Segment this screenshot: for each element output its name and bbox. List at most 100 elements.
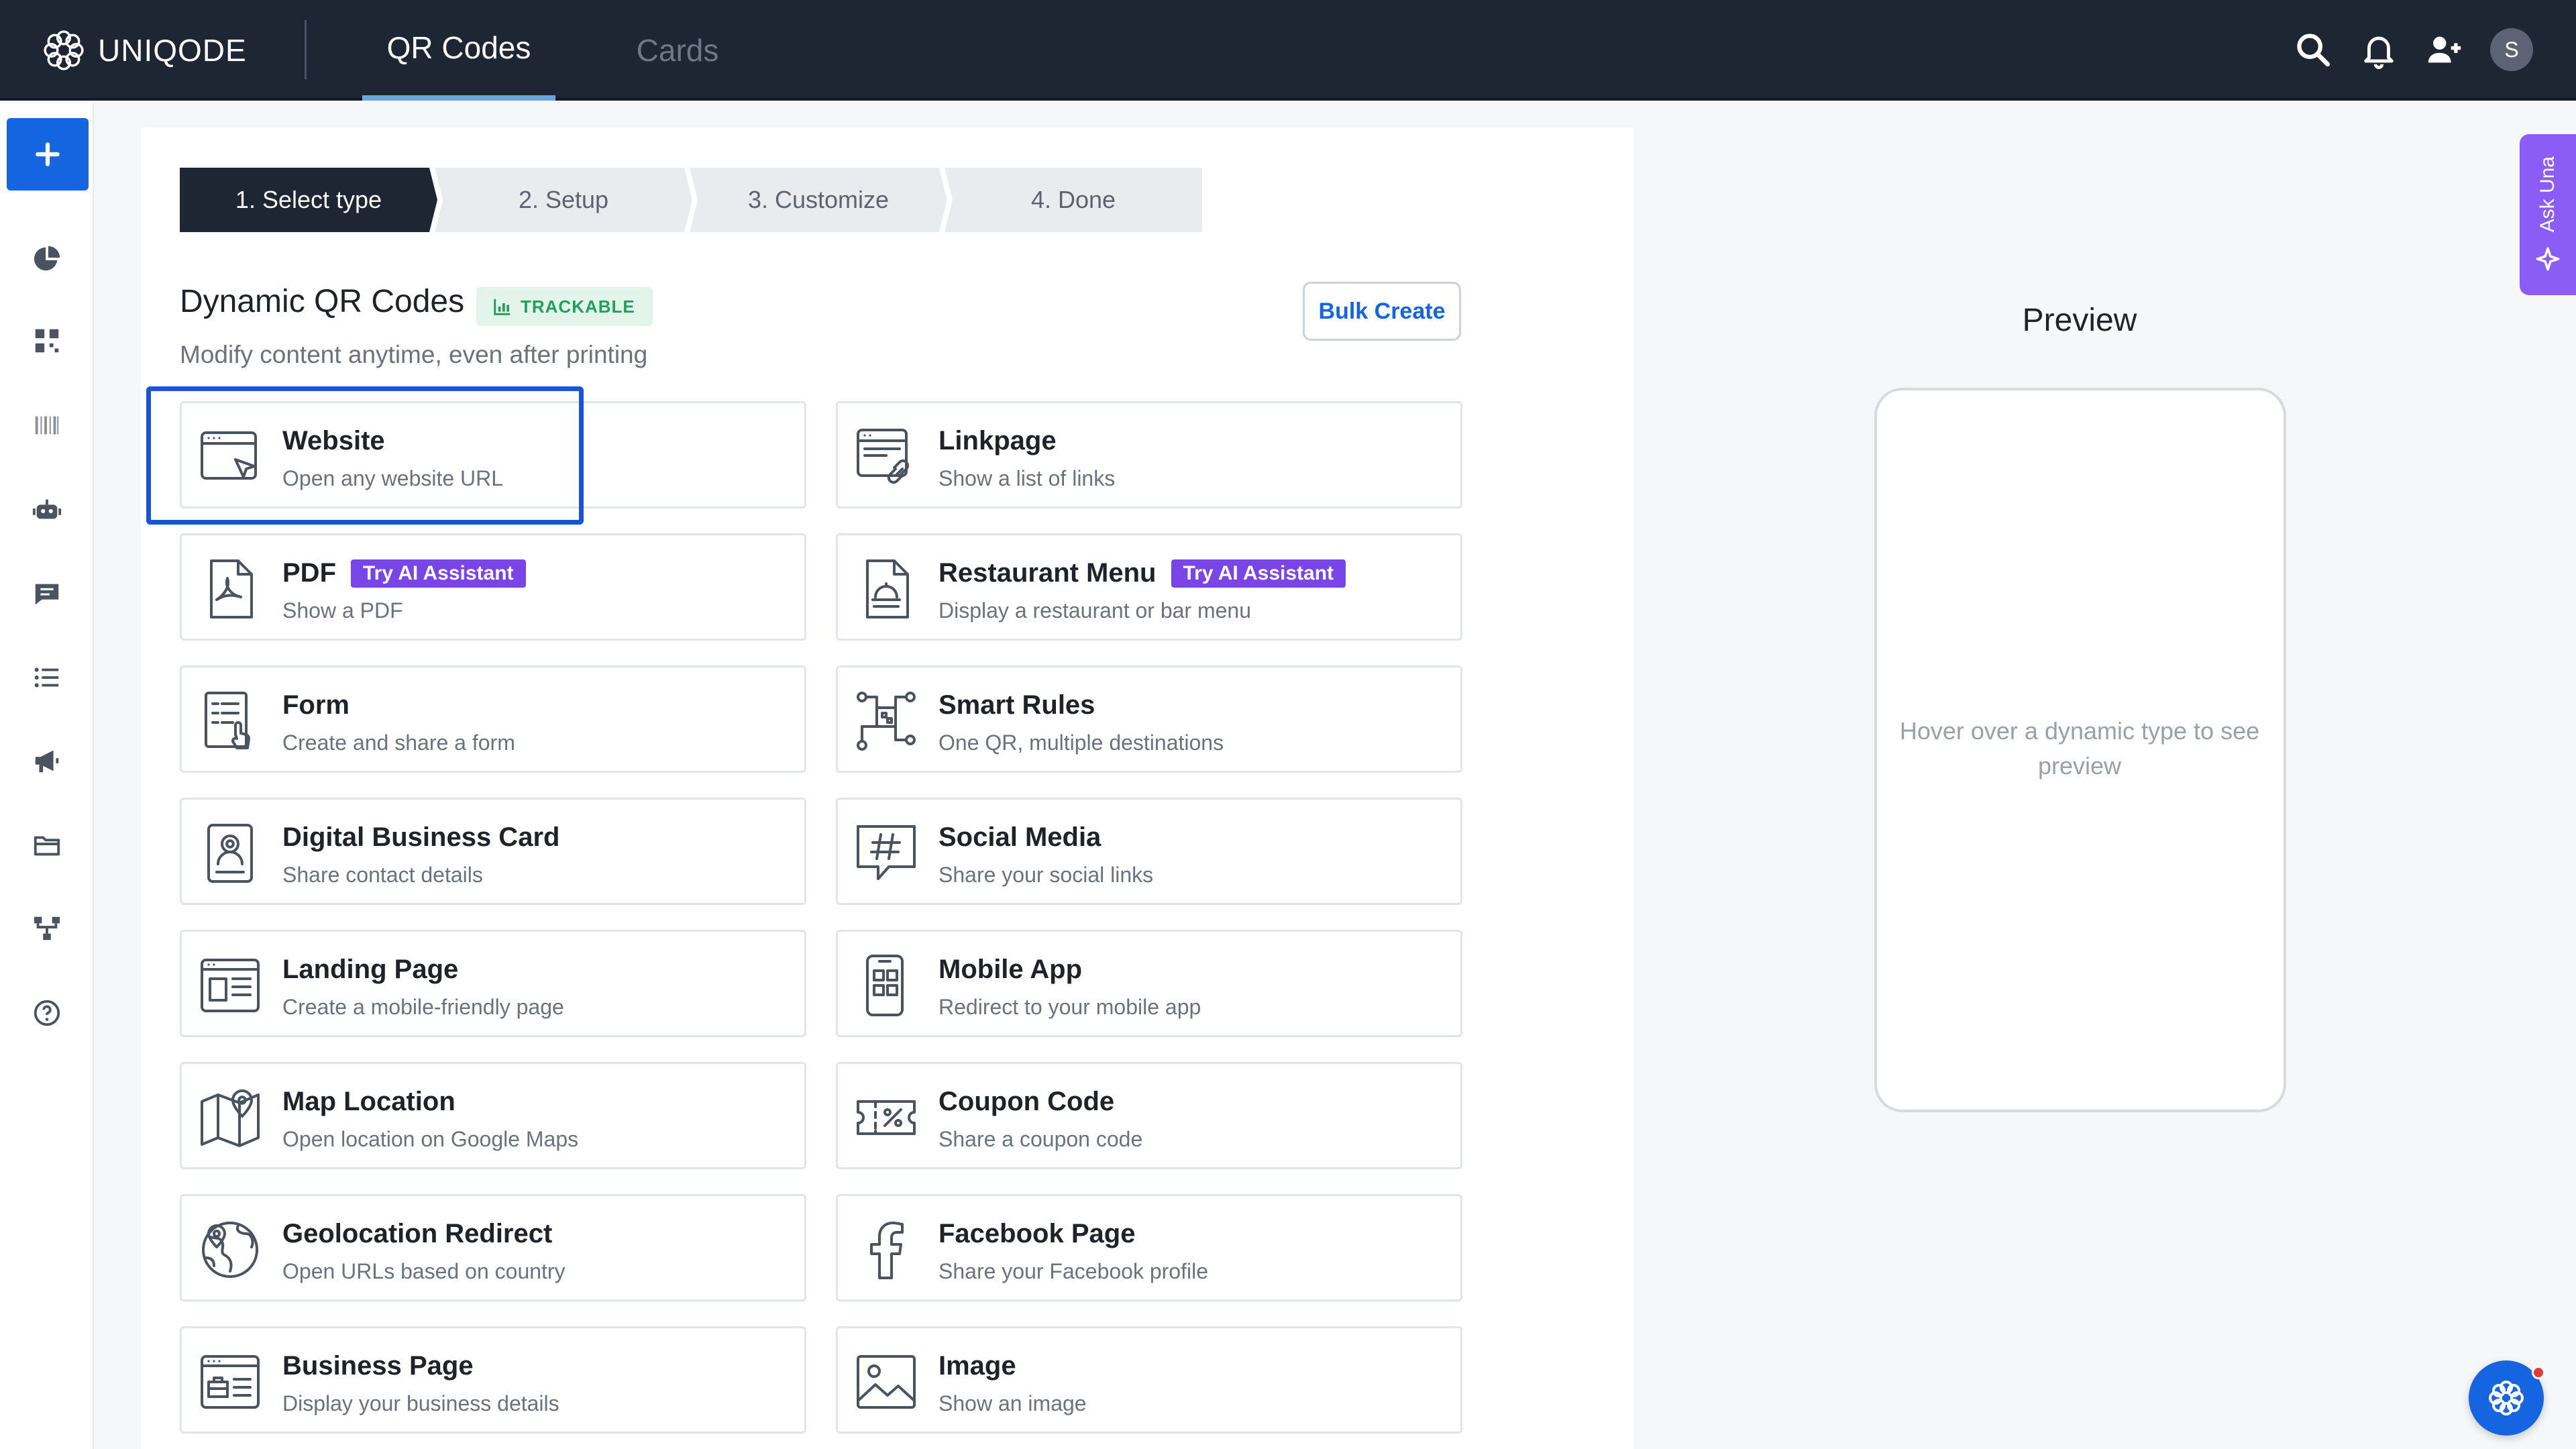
section-title: Dynamic QR Codes xyxy=(180,284,465,319)
user-avatar[interactable]: S xyxy=(2490,28,2533,71)
tab-cards[interactable]: Cards xyxy=(597,0,758,101)
create-button[interactable] xyxy=(7,118,89,191)
form-icon xyxy=(197,688,264,755)
bell-icon[interactable] xyxy=(2357,28,2400,71)
qr-type-description: Create and share a form xyxy=(282,731,515,755)
step-done[interactable]: 4. Done xyxy=(945,168,1202,232)
nav-divider xyxy=(305,20,307,79)
bulk-create-button[interactable]: Bulk Create xyxy=(1303,282,1461,341)
brand-logo[interactable]: UNIQODE xyxy=(42,27,247,74)
folder-icon[interactable] xyxy=(27,825,67,865)
landing-page-icon xyxy=(197,952,264,1019)
robot-icon[interactable] xyxy=(27,490,67,530)
qr-type-title: Geolocation Redirect xyxy=(282,1219,552,1249)
qr-type-title: PDF Try AI Assistant xyxy=(282,558,526,588)
qr-type-description: Share a coupon code xyxy=(938,1127,1143,1151)
plus-icon xyxy=(36,142,60,166)
qr-type-title-text: Map Location xyxy=(282,1087,455,1116)
qr-type-card-mobile-app[interactable]: Mobile App Redirect to your mobile app xyxy=(836,930,1462,1037)
qr-type-title: Mobile App xyxy=(938,955,1082,985)
search-icon[interactable] xyxy=(2292,28,2334,71)
qr-type-description: Display a restaurant or bar menu xyxy=(938,598,1251,623)
qr-type-card-digital-business-card[interactable]: Digital Business Card Share contact detai… xyxy=(180,798,806,905)
qr-type-card-linkpage[interactable]: Linkpage Show a list of links xyxy=(836,401,1462,508)
social-media-icon xyxy=(853,820,920,887)
qr-type-card-business-page[interactable]: Business Page Display your business detai… xyxy=(180,1326,806,1434)
qr-type-title-text: Smart Rules xyxy=(938,690,1095,720)
progress-stepper: 1. Select type 2. Setup 3. Customize 4. … xyxy=(180,168,1210,232)
pdf-icon xyxy=(197,555,264,623)
facebook-icon xyxy=(853,1216,920,1283)
qr-type-description: Share your social links xyxy=(938,863,1154,887)
geolocation-icon xyxy=(197,1216,264,1283)
preview-hint: Hover over a dynamic type to see preview xyxy=(1899,717,2260,780)
business-card-icon xyxy=(197,820,264,887)
qr-type-title: Smart Rules xyxy=(938,690,1095,720)
ask-una-button[interactable]: Ask Una xyxy=(2520,134,2576,295)
barcode-icon[interactable] xyxy=(27,405,67,445)
qr-type-title-text: Digital Business Card xyxy=(282,822,560,852)
qr-type-title: Business Page xyxy=(282,1351,474,1381)
image-icon xyxy=(853,1348,920,1415)
qr-type-title: Map Location xyxy=(282,1087,455,1117)
smart-rules-icon xyxy=(853,688,920,755)
qr-type-title-text: Landing Page xyxy=(282,955,459,984)
qr-type-card-pdf[interactable]: PDF Try AI Assistant Show a PDF xyxy=(180,533,806,641)
qr-type-description: Share your Facebook profile xyxy=(938,1259,1208,1283)
qr-type-card-geolocation-redirect[interactable]: Geolocation Redirect Open URLs based on c… xyxy=(180,1194,806,1301)
qr-grid-icon[interactable] xyxy=(27,321,67,361)
mobile-app-icon xyxy=(853,952,920,1019)
qr-type-title: Landing Page xyxy=(282,955,458,985)
analytics-pie-icon[interactable] xyxy=(27,239,67,279)
qr-type-description: Show an image xyxy=(938,1391,1087,1415)
preview-title: Preview xyxy=(2022,303,2137,338)
qr-type-card-smart-rules[interactable]: Smart Rules One QR, multiple destinations xyxy=(836,665,1462,773)
qr-type-title-text: Geolocation Redirect xyxy=(282,1219,553,1248)
qr-type-card-landing-page[interactable]: Landing Page Create a mobile-friendly pag… xyxy=(180,930,806,1037)
help-icon[interactable] xyxy=(27,993,67,1033)
list-icon[interactable] xyxy=(27,657,67,698)
coupon-icon xyxy=(853,1084,920,1151)
qr-type-card-coupon-code[interactable]: Coupon Code Share a coupon code xyxy=(836,1062,1462,1169)
restaurant-menu-icon xyxy=(853,555,920,623)
qr-type-description: Show a list of links xyxy=(938,466,1116,490)
linkpage-icon xyxy=(853,423,920,490)
qr-type-title-text: Social Media xyxy=(938,822,1102,852)
qr-type-title: Form xyxy=(282,690,350,720)
chat-icon[interactable] xyxy=(27,574,67,614)
chart-icon xyxy=(494,299,511,315)
ai-assistant-badge[interactable]: Try AI Assistant xyxy=(351,559,526,588)
qr-type-title-text: Business Page xyxy=(282,1351,474,1381)
qr-type-title: Digital Business Card xyxy=(282,822,559,853)
qr-type-title-text: Website xyxy=(282,426,385,455)
qr-type-card-restaurant-menu[interactable]: Restaurant Menu Try AI Assistant Display a… xyxy=(836,533,1462,641)
qr-type-description: Open location on Google Maps xyxy=(282,1127,579,1151)
ai-assistant-badge[interactable]: Try AI Assistant xyxy=(1171,559,1346,588)
business-page-icon xyxy=(197,1348,264,1415)
hierarchy-icon[interactable] xyxy=(27,908,67,949)
qr-type-card-facebook-page[interactable]: Facebook Page Share your Facebook profile xyxy=(836,1194,1462,1301)
website-icon xyxy=(197,423,264,490)
qr-type-description: Show a PDF xyxy=(282,598,403,623)
step-select-type[interactable]: 1. Select type xyxy=(180,168,437,232)
add-user-icon[interactable] xyxy=(2423,28,2466,71)
uniqode-logo-icon xyxy=(44,30,84,70)
megaphone-icon[interactable] xyxy=(27,741,67,781)
qr-type-card-map-location[interactable]: Map Location Open location on Google Maps xyxy=(180,1062,806,1169)
qr-type-card-social-media[interactable]: Social Media Share your social links xyxy=(836,798,1462,905)
qr-type-title-text: Restaurant Menu xyxy=(938,558,1157,588)
step-customize[interactable]: 3. Customize xyxy=(690,168,947,232)
step-setup[interactable]: 2. Setup xyxy=(435,168,692,232)
section-subtitle: Modify content anytime, even after print… xyxy=(180,341,648,368)
qr-type-card-website[interactable]: Website Open any website URL xyxy=(180,401,806,508)
map-location-icon xyxy=(197,1084,264,1151)
sparkle-icon xyxy=(2536,247,2560,271)
qr-type-description: Open URLs based on country xyxy=(282,1259,566,1283)
ask-una-label: Ask Una xyxy=(2536,156,2559,233)
qr-type-card-form[interactable]: Form Create and share a form xyxy=(180,665,806,773)
qr-type-title: Website xyxy=(282,426,385,456)
qr-type-description: Create a mobile-friendly page xyxy=(282,995,564,1019)
qr-type-card-image[interactable]: Image Show an image xyxy=(836,1326,1462,1434)
tab-qr-codes[interactable]: QR Codes xyxy=(362,0,555,101)
qr-type-title-text: Image xyxy=(938,1351,1016,1381)
